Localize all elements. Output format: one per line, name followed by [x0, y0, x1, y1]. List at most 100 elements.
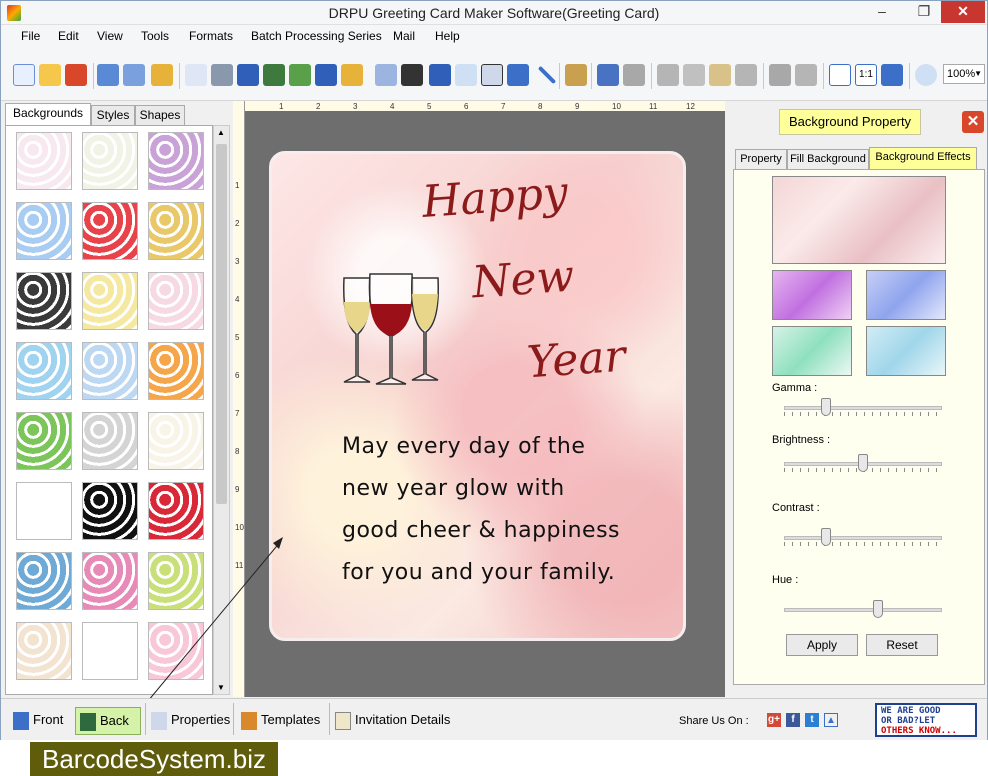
effect-preview-blue[interactable] — [866, 270, 946, 320]
effect-preview-green[interactable] — [772, 326, 852, 376]
front-button[interactable]: Front — [9, 707, 73, 735]
card-title-year[interactable]: Year — [525, 331, 627, 389]
background-property-button[interactable]: Background Property — [779, 109, 921, 135]
new-icon[interactable] — [13, 64, 35, 86]
background-thumbnail[interactable] — [82, 272, 138, 330]
pencil-icon[interactable] — [315, 64, 337, 86]
google-plus-icon[interactable]: g+ — [767, 713, 781, 727]
apply-button[interactable]: Apply — [786, 634, 858, 656]
restore-button[interactable]: ❐ — [909, 1, 939, 23]
print-preview-icon[interactable] — [237, 64, 259, 86]
actual-size-icon[interactable]: 1:1 — [855, 64, 877, 86]
menu-view[interactable]: View — [97, 29, 123, 43]
background-thumbnail[interactable] — [16, 202, 72, 260]
cut-icon[interactable] — [657, 64, 679, 86]
card-message-line[interactable]: new year glow with — [342, 476, 565, 501]
card-message-line[interactable]: May every day of the — [342, 434, 585, 459]
background-thumbnail[interactable] — [148, 342, 204, 400]
barcode-icon[interactable] — [375, 64, 397, 86]
print-icon[interactable] — [211, 64, 233, 86]
fit-window-icon[interactable] — [881, 64, 903, 86]
tab-fill-background[interactable]: Fill Background — [787, 149, 869, 169]
database-icon[interactable] — [565, 64, 587, 86]
save-icon[interactable] — [97, 64, 119, 86]
background-thumbnail[interactable] — [16, 272, 72, 330]
menu-tools[interactable]: Tools — [141, 29, 169, 43]
menu-batch-processing[interactable]: Batch Processing Series — [251, 29, 382, 43]
menu-formats[interactable]: Formats — [189, 29, 233, 43]
hue-slider[interactable] — [872, 600, 883, 618]
paste-icon[interactable] — [709, 64, 731, 86]
menu-help[interactable]: Help — [435, 29, 460, 43]
effect-preview-original[interactable] — [772, 176, 946, 264]
background-thumbnail[interactable] — [82, 412, 138, 470]
menu-file[interactable]: File — [21, 29, 40, 43]
mail-icon[interactable] — [507, 64, 529, 86]
copy-icon[interactable] — [683, 64, 705, 86]
templates-button[interactable]: Templates — [237, 707, 325, 735]
background-thumbnail[interactable] — [16, 132, 72, 190]
open-icon[interactable] — [39, 64, 61, 86]
close-panel-icon[interactable]: ✕ — [962, 111, 984, 133]
background-thumbnail[interactable] — [148, 132, 204, 190]
invitation-details-button[interactable]: Invitation Details — [331, 707, 455, 735]
redo-icon[interactable] — [623, 64, 645, 86]
feedback-banner[interactable]: WE ARE GOOD OR BAD?LET OTHERS KNOW... — [875, 703, 977, 737]
back-button[interactable]: Back — [75, 707, 141, 735]
gamma-slider[interactable] — [821, 398, 831, 416]
text-tool-icon[interactable] — [263, 64, 285, 86]
background-thumbnail[interactable] — [148, 202, 204, 260]
background-thumbnail[interactable] — [16, 342, 72, 400]
tab-shapes[interactable]: Shapes — [135, 105, 185, 125]
tab-backgrounds[interactable]: Backgrounds — [5, 103, 91, 125]
twitter-icon[interactable]: t — [805, 713, 819, 727]
grid-icon[interactable] — [829, 64, 851, 86]
like-icon[interactable]: ▲ — [824, 713, 838, 727]
tab-background-effects[interactable]: Background Effects — [869, 147, 977, 169]
facebook-icon[interactable]: f — [786, 713, 800, 727]
background-thumbnail[interactable] — [82, 132, 138, 190]
card-title-happy[interactable]: Happy — [420, 167, 569, 228]
background-thumbnail[interactable] — [82, 342, 138, 400]
undo-icon[interactable] — [597, 64, 619, 86]
zoom-select[interactable]: 100% ▼ — [943, 64, 985, 84]
reset-button[interactable]: Reset — [866, 634, 938, 656]
background-thumbnail[interactable] — [82, 202, 138, 260]
scrollbar-thumb[interactable] — [216, 144, 227, 504]
background-thumbnail[interactable] — [82, 552, 138, 610]
picture-tool-icon[interactable] — [341, 64, 363, 86]
effect-preview-cyan[interactable] — [866, 326, 946, 376]
line-icon[interactable] — [537, 65, 557, 85]
image-icon[interactable] — [289, 64, 311, 86]
menu-edit[interactable]: Edit — [58, 29, 79, 43]
signature-icon[interactable] — [481, 64, 503, 86]
background-thumbnail[interactable] — [148, 412, 204, 470]
background-thumbnail[interactable] — [148, 272, 204, 330]
tab-property[interactable]: Property — [735, 149, 787, 169]
properties-button[interactable]: Properties — [147, 707, 231, 735]
send-back-icon[interactable] — [795, 64, 817, 86]
background-thumbnail[interactable] — [16, 482, 72, 540]
card-message-line[interactable]: for you and your family. — [342, 560, 615, 585]
brightness-slider[interactable] — [858, 454, 868, 472]
background-thumbnail[interactable] — [82, 482, 138, 540]
effect-preview-purple[interactable] — [772, 270, 852, 320]
menu-mail[interactable]: Mail — [393, 29, 415, 43]
card-title-new[interactable]: New — [470, 250, 576, 308]
contrast-slider[interactable] — [821, 528, 831, 546]
background-thumbnail[interactable] — [16, 412, 72, 470]
delete-icon[interactable] — [735, 64, 757, 86]
save-as-icon[interactable] — [123, 64, 145, 86]
properties-icon[interactable] — [185, 64, 207, 86]
close-icon[interactable] — [65, 64, 87, 86]
zoom-icon[interactable] — [915, 64, 937, 86]
bring-front-icon[interactable] — [769, 64, 791, 86]
background-thumbnail[interactable] — [82, 622, 138, 680]
wordart-icon[interactable] — [429, 64, 451, 86]
background-thumbnail[interactable] — [16, 552, 72, 610]
wine-glasses-image[interactable] — [332, 264, 452, 389]
export-icon[interactable] — [151, 64, 173, 86]
barcode-linear-icon[interactable] — [401, 64, 423, 86]
chevron-up-icon[interactable]: ▲ — [217, 128, 225, 137]
text-icon[interactable] — [455, 64, 477, 86]
